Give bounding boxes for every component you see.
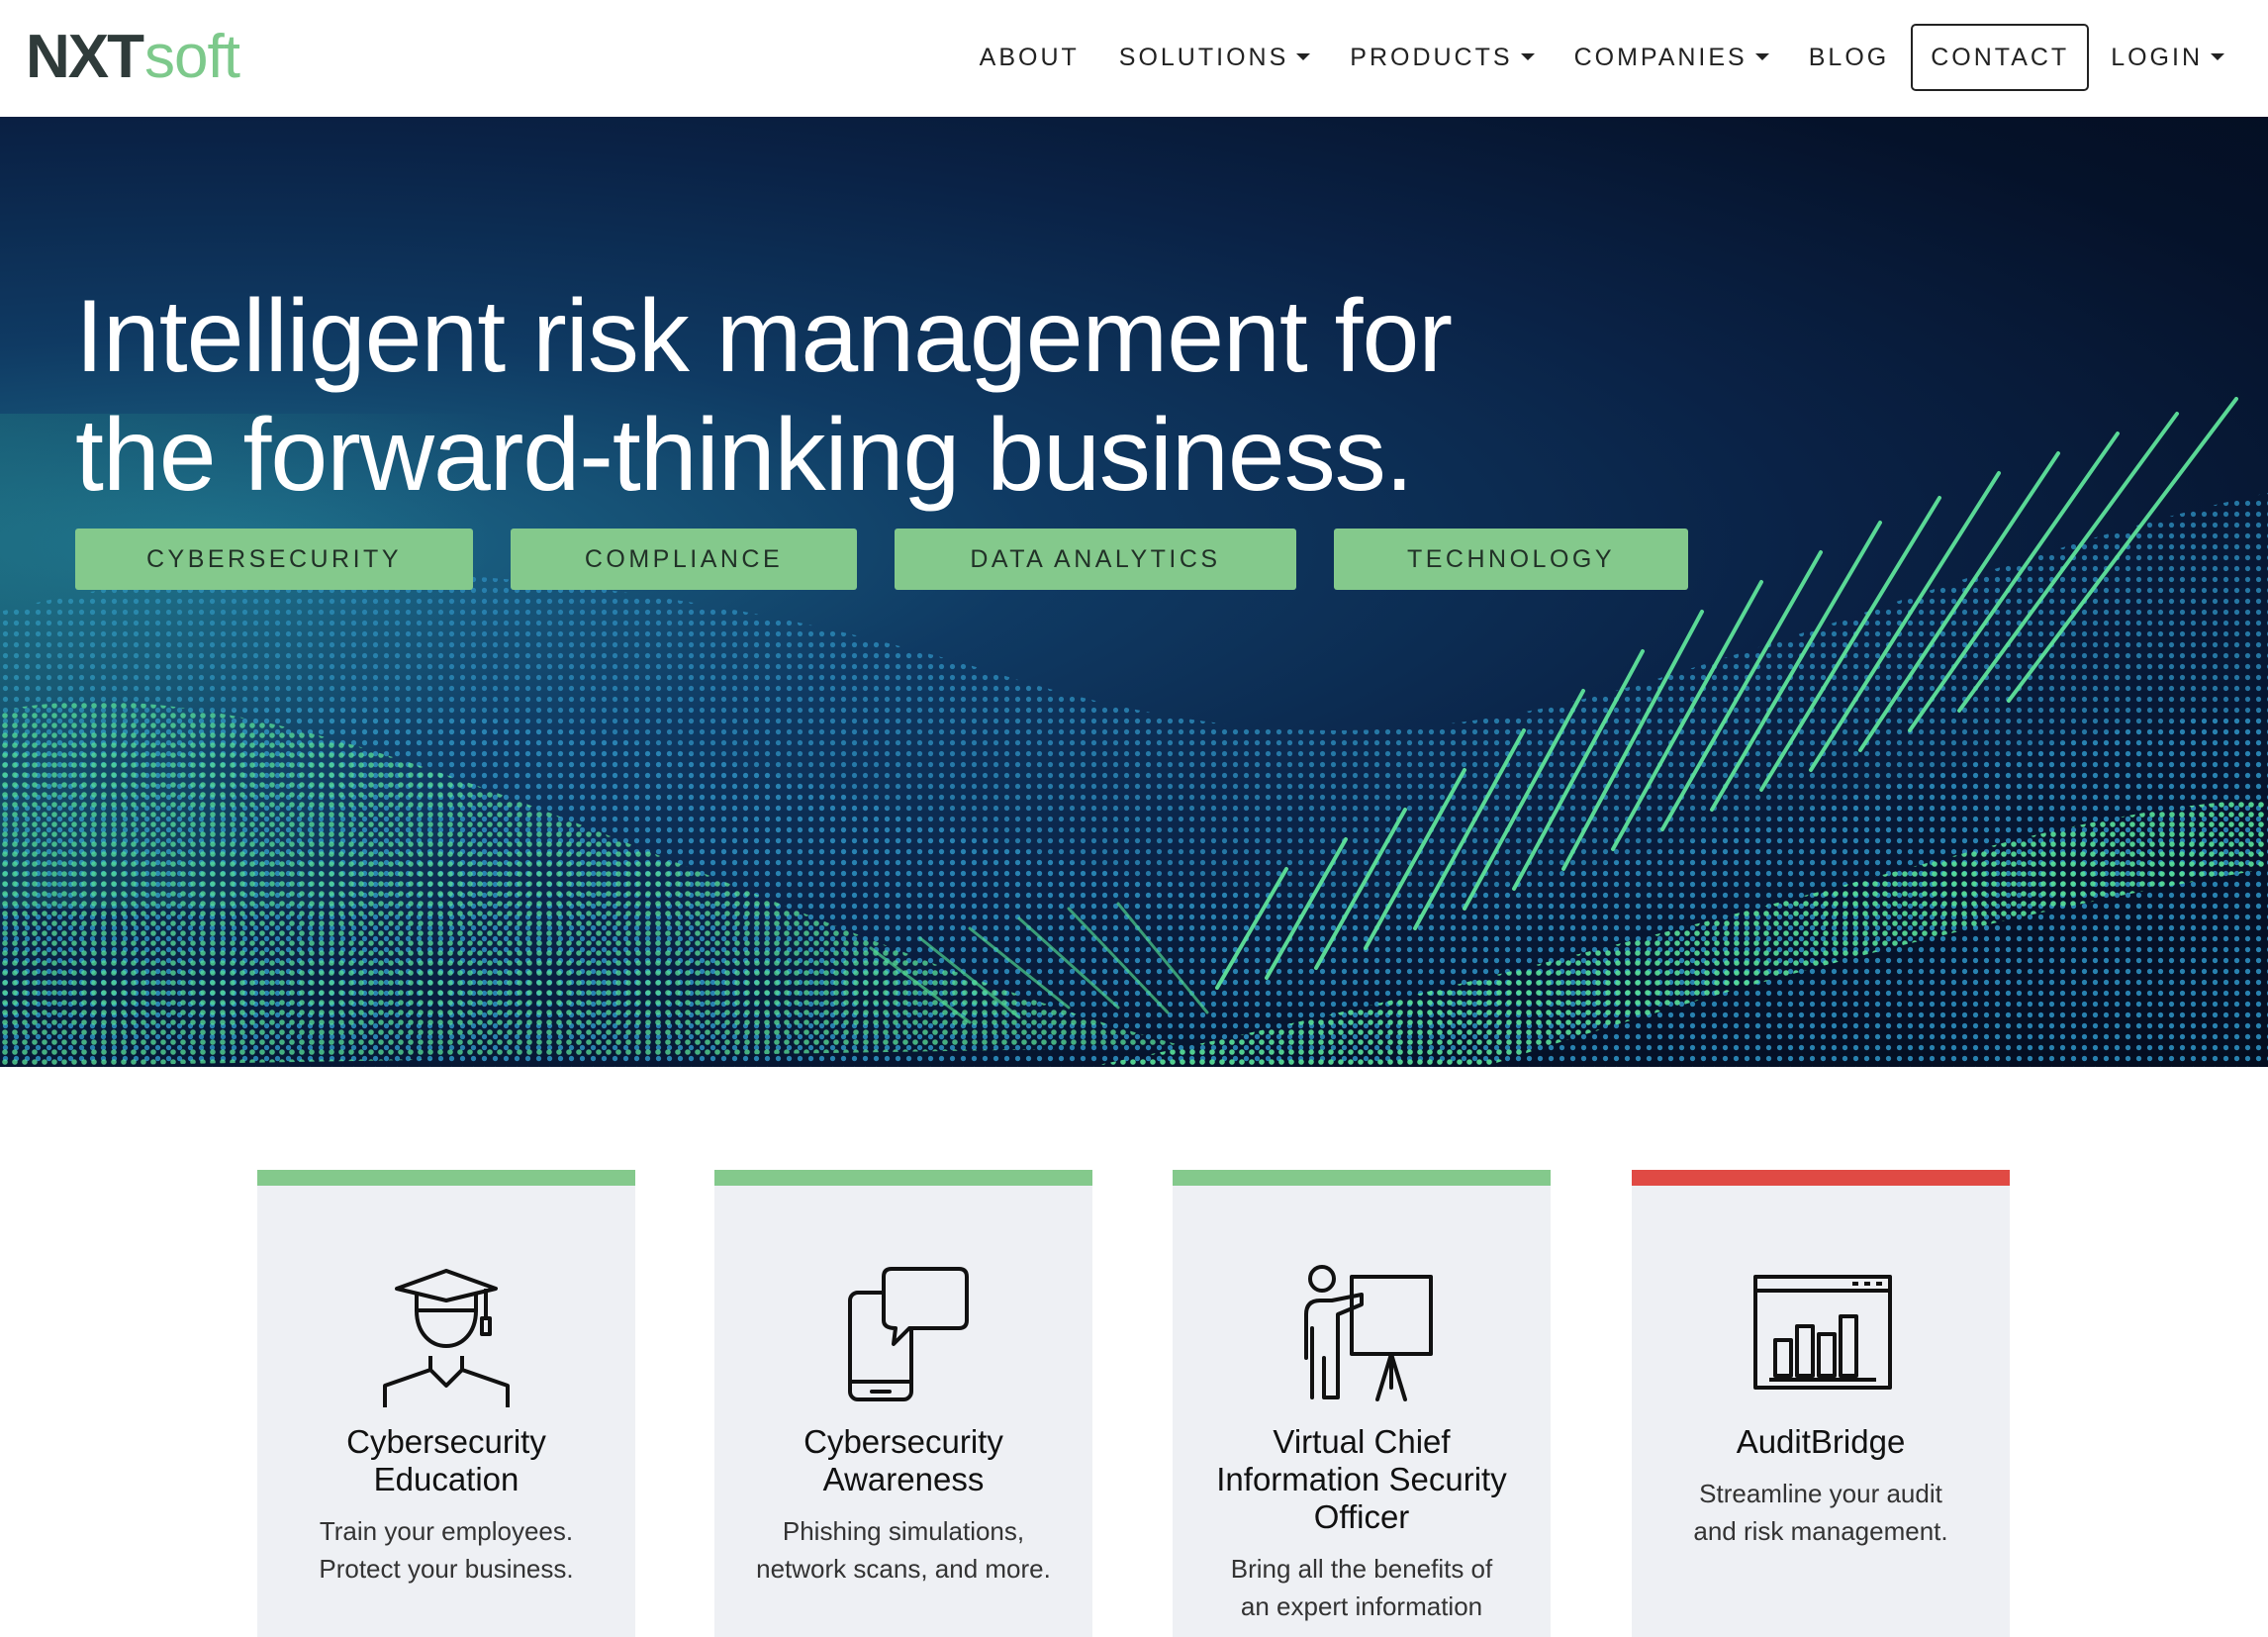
nav-about[interactable]: ABOUT	[980, 44, 1080, 72]
card-accent-bar	[257, 1170, 635, 1186]
particle-wave-graphic	[0, 397, 2268, 1067]
service-cards: Cybersecurity Education Train your emplo…	[257, 1170, 2011, 1637]
nxtsoft-logo[interactable]: NXT soft	[26, 22, 240, 91]
nav-login[interactable]: LOGIN	[2111, 44, 2224, 72]
card-accent-bar	[1632, 1170, 2010, 1186]
card-cybersecurity-education[interactable]: Cybersecurity Education Train your emplo…	[257, 1170, 635, 1637]
hero-banner: Intelligent risk management for the forw…	[0, 117, 2268, 1067]
logo-soft: soft	[144, 23, 240, 91]
nav-blog[interactable]: BLOG	[1809, 44, 1889, 72]
chevron-down-icon	[1520, 52, 1535, 60]
graduate-icon	[383, 1269, 510, 1407]
card-accent-bar	[714, 1170, 1092, 1186]
card-title: Virtual Chief Information Security Offic…	[1216, 1423, 1507, 1535]
card-title: AuditBridge	[1736, 1423, 1906, 1460]
main-menu: ABOUT SOLUTIONS PRODUCTS COMPANIES BLOG …	[940, 24, 2224, 91]
card-description: Streamline your audit and risk managemen…	[1693, 1479, 1948, 1546]
tag-technology-button[interactable]: TECHNOLOGY	[1334, 529, 1688, 590]
card-virtual-ciso[interactable]: Virtual Chief Information Security Offic…	[1173, 1170, 1551, 1637]
chevron-down-icon	[1296, 52, 1311, 60]
card-title: Cybersecurity Awareness	[803, 1423, 1003, 1497]
card-auditbridge[interactable]: AuditBridge Streamline your audit and ri…	[1632, 1170, 2010, 1637]
card-cybersecurity-awareness[interactable]: Cybersecurity Awareness Phishing simulat…	[714, 1170, 1092, 1637]
chevron-down-icon	[2211, 52, 2224, 60]
chevron-down-icon	[1754, 52, 1769, 60]
bar-chart-window-icon	[1753, 1275, 1892, 1390]
nav-companies[interactable]: COMPANIES	[1574, 44, 1769, 72]
nav-solutions[interactable]: SOLUTIONS	[1119, 44, 1311, 72]
logo-nxt: NXT	[26, 23, 144, 91]
hero-tag-buttons: CYBERSECURITY COMPLIANCE DATA ANALYTICS …	[75, 529, 1726, 590]
card-description: Phishing simulations, network scans, and…	[756, 1516, 1051, 1584]
card-description: Bring all the benefits of an expert info…	[1230, 1554, 1493, 1621]
card-accent-bar	[1173, 1170, 1551, 1186]
tag-cybersecurity-button[interactable]: CYBERSECURITY	[75, 529, 473, 590]
card-description: Train your employees. Protect your busin…	[319, 1516, 574, 1584]
contact-button[interactable]: CONTACT	[1911, 24, 2090, 91]
nav-products[interactable]: PRODUCTS	[1350, 44, 1535, 72]
tag-compliance-button[interactable]: COMPLIANCE	[511, 529, 857, 590]
card-title: Cybersecurity Education	[346, 1423, 546, 1497]
phone-chat-icon	[848, 1267, 969, 1401]
presenter-icon	[1304, 1265, 1433, 1401]
tag-data-analytics-button[interactable]: DATA ANALYTICS	[895, 529, 1296, 590]
hero-headline: Intelligent risk management for the forw…	[75, 279, 1453, 513]
top-navbar: NXT soft ABOUT SOLUTIONS PRODUCTS COMPAN…	[0, 0, 2268, 117]
